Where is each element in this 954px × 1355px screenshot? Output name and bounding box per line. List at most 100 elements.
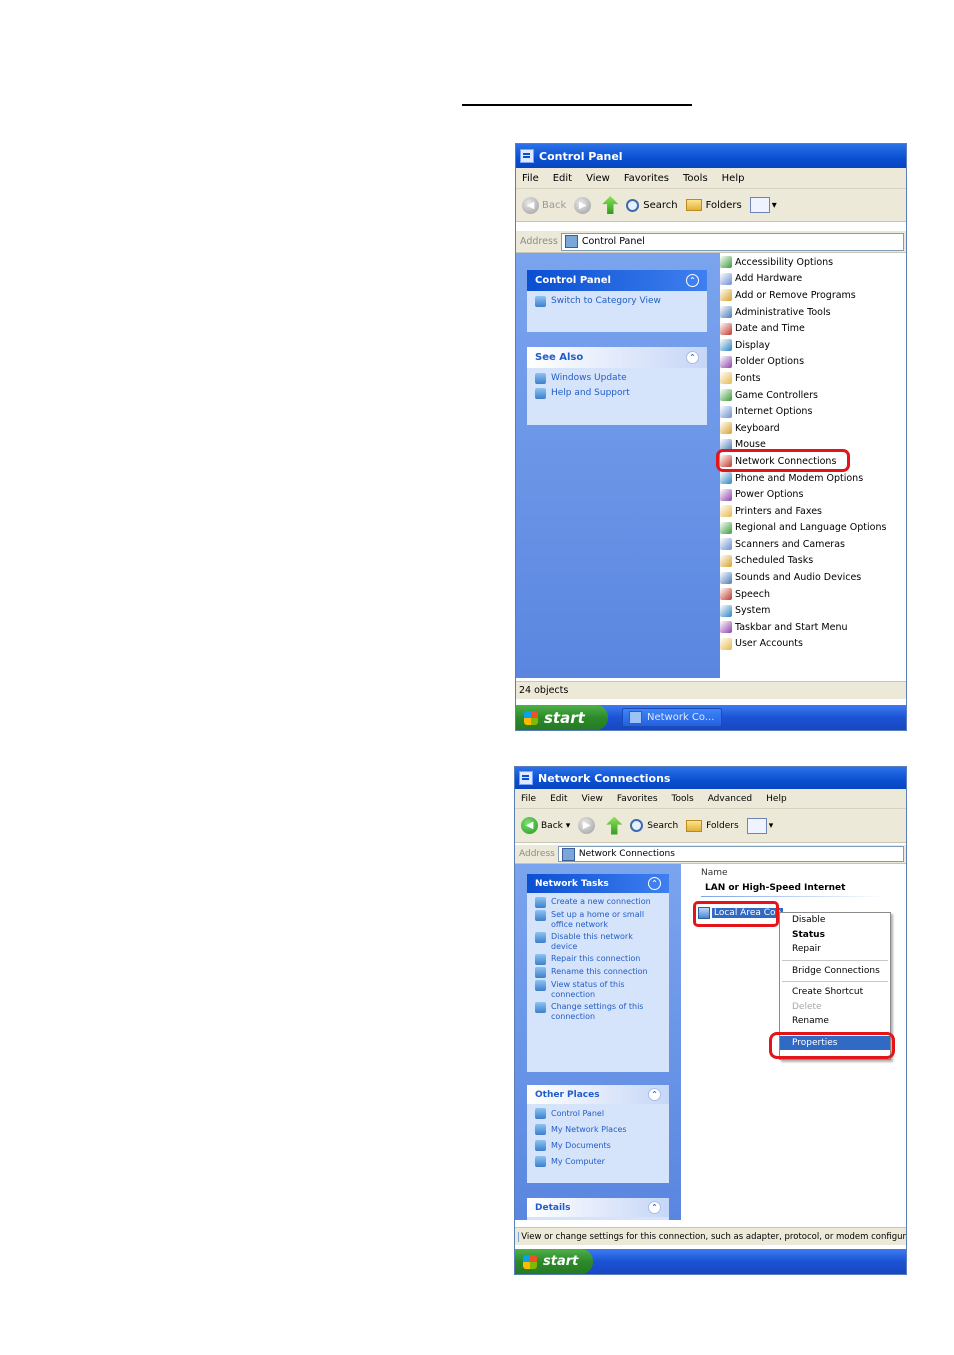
search-button[interactable]: Search <box>626 198 678 212</box>
menu-tools[interactable]: Tools <box>672 794 694 804</box>
up-folder-icon[interactable] <box>606 816 623 835</box>
menu-item-rename[interactable]: Rename <box>780 1014 890 1029</box>
status-bar: 24 objects <box>516 681 906 699</box>
cp-item-speech[interactable]: Speech <box>720 586 900 603</box>
taskbar-and-start-menu-icon <box>720 621 732 634</box>
documents-folder-icon <box>535 1140 546 1151</box>
up-folder-icon[interactable] <box>602 196 619 214</box>
cp-item-regional-and-language-options[interactable]: Regional and Language Options <box>720 520 900 537</box>
menu-item-status[interactable]: Status <box>780 928 890 943</box>
cp-item-add-hardware[interactable]: Add Hardware <box>720 271 900 288</box>
search-button[interactable]: Search <box>630 819 678 832</box>
collapse-chevron-icon[interactable]: ⌃ <box>686 351 699 364</box>
cp-item-date-and-time[interactable]: Date and Time <box>720 320 900 337</box>
cp-item-taskbar-and-start-menu[interactable]: Taskbar and Start Menu <box>720 619 900 636</box>
menu-tools[interactable]: Tools <box>683 173 708 184</box>
cp-item-scheduled-tasks[interactable]: Scheduled Tasks <box>720 553 900 570</box>
cp-item-game-controllers[interactable]: Game Controllers <box>720 387 900 404</box>
cp-item-internet-options[interactable]: Internet Options <box>720 403 900 420</box>
column-header-name[interactable]: Name <box>701 868 728 878</box>
task-create-connection[interactable]: Create a new connection <box>535 897 661 908</box>
views-button[interactable]: ▾ <box>749 197 777 213</box>
folders-button[interactable]: Folders <box>685 199 742 211</box>
menu-favorites[interactable]: Favorites <box>624 173 669 184</box>
cp-item-label: Power Options <box>735 489 804 501</box>
switch-category-view-link[interactable]: Switch to Category View <box>535 296 699 307</box>
menu-item-create-shortcut[interactable]: Create Shortcut <box>780 985 890 1000</box>
cp-item-scanners-and-cameras[interactable]: Scanners and Cameras <box>720 536 900 553</box>
task-change-settings[interactable]: Change settings of this connection <box>535 1002 661 1022</box>
cp-item-add-or-remove-programs[interactable]: Add or Remove Programs <box>720 287 900 304</box>
cp-item-administrative-tools[interactable]: Administrative Tools <box>720 304 900 321</box>
menu-file[interactable]: File <box>522 173 539 184</box>
cp-item-user-accounts[interactable]: User Accounts <box>720 636 900 653</box>
place-my-documents[interactable]: My Documents <box>535 1140 661 1151</box>
network-connections-icon <box>561 847 575 861</box>
phone-and-modem-options-icon <box>720 472 732 485</box>
cp-item-label: Keyboard <box>735 422 780 434</box>
place-my-computer[interactable]: My Computer <box>535 1156 661 1167</box>
menu-favorites[interactable]: Favorites <box>617 794 658 804</box>
menu-help[interactable]: Help <box>722 173 745 184</box>
start-button[interactable]: start <box>516 705 608 730</box>
cp-item-power-options[interactable]: Power Options <box>720 486 900 503</box>
details-header[interactable]: Details ⌃ <box>527 1198 669 1217</box>
folders-button[interactable]: Folders <box>686 819 739 832</box>
views-button[interactable]: ▾ <box>746 817 773 834</box>
taskbar: start <box>515 1249 906 1274</box>
place-control-panel[interactable]: Control Panel <box>535 1108 661 1119</box>
title-bar: Network Connections <box>515 767 906 789</box>
windows-update-icon <box>535 373 546 384</box>
control-panel-section-header[interactable]: Control Panel ⌃ <box>527 270 707 291</box>
help-support-link[interactable]: Help and Support <box>535 388 699 399</box>
other-places-header[interactable]: Other Places ⌃ <box>527 1085 669 1104</box>
collapse-chevron-icon[interactable]: ⌃ <box>648 1201 661 1214</box>
cp-item-accessibility-options[interactable]: Accessibility Options <box>720 254 900 271</box>
taskbar-network-connections[interactable]: Network Co... <box>622 708 722 727</box>
cp-item-label: Date and Time <box>735 323 805 335</box>
forward-button[interactable]: ▶ <box>578 817 598 834</box>
cp-item-system[interactable]: System <box>720 602 900 619</box>
address-field[interactable]: Network Connections <box>557 846 904 862</box>
back-button[interactable]: ◀ Back ▾ <box>521 817 570 834</box>
address-field[interactable]: Control Panel <box>560 232 904 251</box>
collapse-chevron-icon[interactable]: ⌃ <box>648 1088 661 1101</box>
cp-item-fonts[interactable]: Fonts <box>720 370 900 387</box>
menu-advanced[interactable]: Advanced <box>708 794 752 804</box>
switch-view-icon <box>535 296 546 307</box>
menu-view[interactable]: View <box>582 794 603 804</box>
menu-edit[interactable]: Edit <box>550 794 567 804</box>
place-my-network-places[interactable]: My Network Places <box>535 1124 661 1135</box>
cp-item-sounds-and-audio-devices[interactable]: Sounds and Audio Devices <box>720 569 900 586</box>
object-count: 24 objects <box>519 685 569 696</box>
menu-view[interactable]: View <box>586 173 610 184</box>
menu-edit[interactable]: Edit <box>553 173 572 184</box>
menu-item-bridge[interactable]: Bridge Connections <box>780 964 890 979</box>
menu-file[interactable]: File <box>521 794 536 804</box>
network-tasks-header[interactable]: Network Tasks ⌃ <box>527 874 669 893</box>
cp-item-display[interactable]: Display <box>720 337 900 354</box>
menu-item-disable[interactable]: Disable <box>780 913 890 928</box>
back-button[interactable]: ◀ Back <box>522 196 566 214</box>
collapse-chevron-icon[interactable]: ⌃ <box>686 274 699 287</box>
menu-help[interactable]: Help <box>766 794 787 804</box>
task-setup-home-network[interactable]: Set up a home or small office network <box>535 910 661 930</box>
cp-item-keyboard[interactable]: Keyboard <box>720 420 900 437</box>
folder-icon <box>686 819 703 832</box>
network-connections-window: Network Connections File Edit View Favor… <box>514 766 907 1275</box>
task-rename-connection[interactable]: Rename this connection <box>535 967 661 978</box>
cp-item-printers-and-faxes[interactable]: Printers and Faxes <box>720 503 900 520</box>
task-repair-connection[interactable]: Repair this connection <box>535 954 661 965</box>
cp-item-phone-and-modem-options[interactable]: Phone and Modem Options <box>720 470 900 487</box>
collapse-chevron-icon[interactable]: ⌃ <box>648 877 661 890</box>
start-button[interactable]: start <box>515 1249 593 1274</box>
task-view-status[interactable]: View status of this connection <box>535 980 661 1000</box>
windows-update-link[interactable]: Windows Update <box>535 373 699 384</box>
cp-item-label: Game Controllers <box>735 389 818 401</box>
back-arrow-icon: ◀ <box>522 196 539 214</box>
cp-item-folder-options[interactable]: Folder Options <box>720 354 900 371</box>
task-disable-device[interactable]: Disable this network device <box>535 932 661 952</box>
forward-button[interactable]: ▶ <box>574 196 594 214</box>
see-also-header[interactable]: See Also ⌃ <box>527 347 707 368</box>
menu-item-repair[interactable]: Repair <box>780 942 890 957</box>
